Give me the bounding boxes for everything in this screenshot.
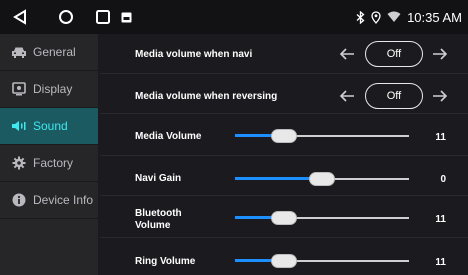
- ring-volume-slider[interactable]: [235, 253, 409, 269]
- sidebar-item-sound[interactable]: Sound: [0, 108, 98, 145]
- sidebar-item-label: Display: [33, 82, 73, 96]
- bluetooth-volume-slider[interactable]: [235, 210, 409, 226]
- setting-value: 0: [440, 174, 446, 185]
- setting-row-bluetooth-volume: Bluetooth Volume 11: [100, 196, 468, 238]
- sidebar-item-display[interactable]: Display: [0, 71, 98, 108]
- arrow-left-icon[interactable]: [338, 47, 356, 61]
- setting-row-navi-media: Media volume when navi Off: [100, 34, 468, 74]
- recents-icon[interactable]: [95, 9, 111, 25]
- home-icon[interactable]: [58, 9, 74, 25]
- arrow-right-icon[interactable]: [431, 47, 449, 61]
- setting-label: Media volume when navi: [135, 49, 253, 60]
- setting-row-media-volume: Media Volume 11: [100, 114, 468, 156]
- speaker-icon: [11, 119, 27, 133]
- value-pill[interactable]: Off: [365, 83, 423, 109]
- wifi-icon: [387, 11, 401, 23]
- setting-value: 11: [435, 214, 446, 225]
- info-icon: [11, 193, 27, 207]
- car-icon: [11, 45, 27, 59]
- setting-label: Media volume when reversing: [135, 91, 278, 102]
- notification-icon: [121, 12, 132, 23]
- setting-value: 11: [435, 132, 446, 143]
- sidebar-item-label: Factory: [33, 156, 74, 170]
- clock-text: 10:35 AM: [407, 9, 462, 25]
- setting-label: Ring Volume: [135, 256, 196, 267]
- sidebar-item-device-info[interactable]: Device Info: [0, 182, 98, 219]
- sidebar-item-general[interactable]: General: [0, 34, 98, 71]
- sidebar: General Display Sound Factory Device Inf…: [0, 34, 98, 275]
- gear-icon: [11, 156, 27, 170]
- value-pill[interactable]: Off: [365, 41, 423, 67]
- bluetooth-icon: [356, 10, 365, 24]
- arrow-right-icon[interactable]: [431, 89, 449, 103]
- setting-label: Bluetooth Volume: [135, 208, 182, 231]
- display-icon: [11, 82, 27, 96]
- slider-thumb[interactable]: [309, 172, 335, 186]
- sidebar-item-label: Sound: [33, 119, 68, 133]
- slider-thumb[interactable]: [270, 129, 297, 143]
- arrow-left-icon[interactable]: [338, 89, 356, 103]
- setting-row-reverse-media: Media volume when reversing Off: [100, 74, 468, 114]
- navi-gain-slider[interactable]: [235, 171, 409, 187]
- sidebar-item-factory[interactable]: Factory: [0, 145, 98, 182]
- setting-value: 11: [435, 257, 446, 268]
- setting-row-navi-gain: Navi Gain 0: [100, 156, 468, 196]
- slider-thumb[interactable]: [270, 254, 297, 268]
- setting-label: Media Volume: [135, 131, 202, 142]
- setting-row-ring-volume: Ring Volume 11: [100, 238, 468, 275]
- back-icon[interactable]: [12, 9, 28, 25]
- sidebar-item-label: Device Info: [33, 193, 94, 207]
- sidebar-item-label: General: [33, 45, 76, 59]
- setting-label: Navi Gain: [135, 173, 182, 184]
- sound-settings-panel: Media volume when navi Off Media volume …: [100, 34, 468, 275]
- slider-thumb[interactable]: [270, 211, 297, 225]
- location-icon: [371, 10, 381, 24]
- status-bar: 10:35 AM: [0, 0, 468, 34]
- media-volume-slider[interactable]: [235, 128, 409, 144]
